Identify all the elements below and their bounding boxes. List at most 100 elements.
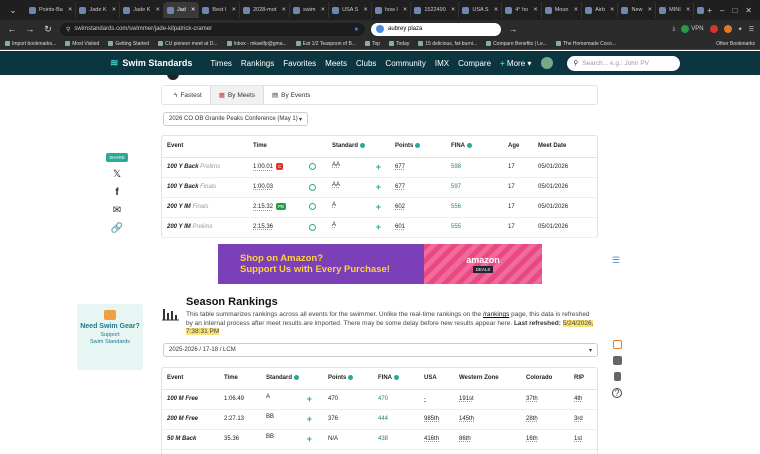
close-tab-icon[interactable]: ✕ — [648, 7, 653, 13]
table-row[interactable]: 100 M Free 1:06.49 A +470 470-191st 37th 4th — [162, 389, 597, 410]
close-tab-icon[interactable]: ✕ — [533, 7, 538, 13]
forward-icon[interactable]: → — [24, 24, 36, 34]
plus-icon[interactable]: + — [307, 394, 312, 404]
rankings-link[interactable]: /rankings — [483, 311, 509, 318]
tab-list-icon[interactable]: ⌄ — [0, 0, 26, 20]
clock-icon[interactable] — [309, 203, 316, 211]
bookmark-item[interactable]: Eat 1/2 Teaspoon of B... — [295, 41, 356, 47]
close-tab-icon[interactable]: ✕ — [281, 7, 286, 13]
info-icon[interactable] — [467, 143, 472, 149]
browser-tab[interactable]: MINI ✕ — [656, 2, 695, 18]
table-row[interactable]: 100 Y Back Finals 1:00.03 AA +677 597 17 05/01… — [162, 177, 597, 198]
clock-icon[interactable] — [309, 183, 316, 191]
info-icon[interactable] — [348, 375, 354, 381]
nav-item[interactable]: Compare — [458, 59, 491, 68]
minimize-icon[interactable]: – — [720, 6, 724, 15]
bookmark-item[interactable]: Inbox - mkaelfp@gma... — [226, 41, 287, 47]
plus-icon[interactable]: + — [376, 182, 381, 192]
search-box[interactable]: aubrey plaza — [371, 22, 501, 36]
browser-tab[interactable]: USA S ✕ — [329, 2, 372, 18]
plus-icon[interactable]: + — [376, 162, 381, 172]
season-select[interactable]: 2025-2026 / 17-18 / LCM ▾ — [163, 343, 598, 357]
browser-tab[interactable]: Points-Ba ✕ — [26, 2, 77, 18]
bookmark-item[interactable]: The Homemade Coco... — [555, 41, 616, 47]
bookmark-icon[interactable] — [613, 372, 621, 381]
close-tab-icon[interactable]: ✕ — [610, 7, 615, 13]
browser-tab[interactable]: swim ✕ — [290, 2, 330, 18]
browser-tab[interactable]: how l ✕ — [372, 2, 412, 18]
browser-tab[interactable]: Jade K ✕ — [120, 2, 164, 18]
search-go-icon[interactable]: → — [507, 24, 519, 34]
browser-tab[interactable]: 2028-mot ✕ — [240, 2, 290, 18]
amazon-ad-banner[interactable]: Shop on Amazon? Support Us with Every Pu… — [218, 244, 542, 284]
site-search-input[interactable]: ⚲ Search... e.g.: John PV — [567, 55, 681, 71]
browser-tab[interactable]: TYR✕ — [694, 2, 707, 18]
clock-icon[interactable] — [309, 163, 316, 171]
x-icon[interactable]: 𝕏 — [113, 169, 121, 180]
new-tab-icon[interactable]: + — [707, 6, 712, 15]
browser-tab[interactable]: Jade K ✕ — [76, 2, 121, 18]
bookmark-item[interactable]: CU pioneer meet at D... — [157, 41, 218, 47]
link-icon[interactable]: 🔗 — [111, 223, 123, 234]
meet-select[interactable]: 2026 CO OB Granite Peaks Conference (May… — [163, 112, 308, 126]
email-icon[interactable]: ✉ — [113, 205, 121, 216]
close-tab-icon[interactable]: ✕ — [403, 7, 408, 13]
browser-tab[interactable]: 1522490 ✕ — [411, 2, 460, 18]
close-tab-icon[interactable]: ✕ — [451, 7, 456, 13]
help-icon[interactable]: ? — [612, 388, 622, 398]
close-tab-icon[interactable]: ✕ — [112, 7, 117, 13]
site-logo[interactable]: ≋ Swim Standards — [110, 58, 192, 69]
browser-tab[interactable]: Moun ✕ — [542, 2, 583, 18]
download-icon[interactable]: ⤓ — [673, 26, 676, 33]
close-tab-icon[interactable]: ✕ — [231, 7, 236, 13]
close-tab-icon[interactable]: ✕ — [573, 7, 578, 13]
vpn-button[interactable]: VPN — [681, 25, 704, 33]
info-icon[interactable] — [360, 143, 366, 149]
table-row[interactable]: 50 M Back 35.36 BB + N/A 438 416th 86th 16th 1st — [162, 429, 597, 450]
nav-item[interactable]: Favorites — [283, 59, 316, 68]
swim-gear-card[interactable]: Need Swim Gear? Support Swim Standards — [77, 304, 143, 370]
other-bookmarks[interactable]: Other Bookmarks — [716, 41, 755, 47]
tab-fastest[interactable]: ϟ Fastest — [166, 86, 210, 104]
archive-icon[interactable] — [612, 356, 622, 365]
plus-icon[interactable]: + — [307, 414, 312, 424]
nav-item[interactable]: Community — [385, 59, 425, 68]
table-row[interactable]: 200 M Free 2:27.13 BB +376 444 985th 145th 28th… — [162, 409, 597, 430]
bookmark-star-icon[interactable]: ★ — [354, 26, 359, 33]
bookmark-item[interactable]: Top — [364, 41, 380, 47]
address-bar[interactable]: ⚲ swimstandards.com/swimmer/jade-kilpatr… — [60, 22, 365, 36]
bookmark-item[interactable]: Getting Started — [108, 41, 149, 47]
close-tab-icon[interactable]: ✕ — [68, 7, 73, 13]
nav-item[interactable]: Times — [210, 59, 231, 68]
back-icon[interactable]: ← — [6, 24, 18, 34]
extension-icon[interactable] — [723, 25, 732, 33]
close-tab-icon[interactable]: ✕ — [363, 7, 368, 13]
bookmark-item[interactable]: Compare Benefits | Le... — [486, 41, 547, 47]
site-info-icon[interactable]: ⚲ — [66, 26, 70, 33]
close-tab-icon[interactable]: ✕ — [494, 7, 499, 13]
maximize-icon[interactable]: □ — [732, 6, 737, 15]
menu-icon[interactable]: ☰ — [749, 26, 754, 33]
extension-icon[interactable] — [709, 25, 718, 33]
more-menu[interactable]: + More ▾ — [500, 59, 531, 68]
tab-by-events[interactable]: ▤ By Events — [264, 86, 318, 104]
toc-icon[interactable]: ☰ — [612, 255, 620, 266]
nav-item[interactable]: Clubs — [356, 59, 376, 68]
browser-tab[interactable]: USA S ✕ — [459, 2, 503, 18]
browser-tab[interactable]: 4° ho ✕ — [502, 2, 542, 18]
close-tab-icon[interactable]: ✕ — [155, 7, 160, 13]
browser-tab[interactable]: Jad ✕ — [163, 2, 200, 18]
close-tab-icon[interactable]: ✕ — [686, 7, 691, 13]
table-row[interactable]: 200 Y IM Prelims 2:15.36 A +601 555 17 05/01/2… — [162, 217, 597, 238]
plus-icon[interactable]: + — [307, 434, 312, 444]
nav-item[interactable]: Rankings — [241, 59, 274, 68]
info-icon[interactable] — [394, 375, 399, 381]
plus-icon[interactable]: + — [376, 222, 381, 232]
close-tab-icon[interactable]: ✕ — [191, 7, 196, 13]
plus-icon[interactable]: + — [376, 202, 381, 212]
info-icon[interactable] — [294, 375, 300, 381]
table-row[interactable]: 100 Y Back Prelims 1:00.01 C AA +677 598 17 05/… — [162, 157, 597, 178]
close-window-icon[interactable]: ✕ — [745, 6, 752, 15]
bookmark-item[interactable]: Most Visited — [65, 41, 99, 47]
reload-icon[interactable]: ↻ — [42, 24, 54, 35]
